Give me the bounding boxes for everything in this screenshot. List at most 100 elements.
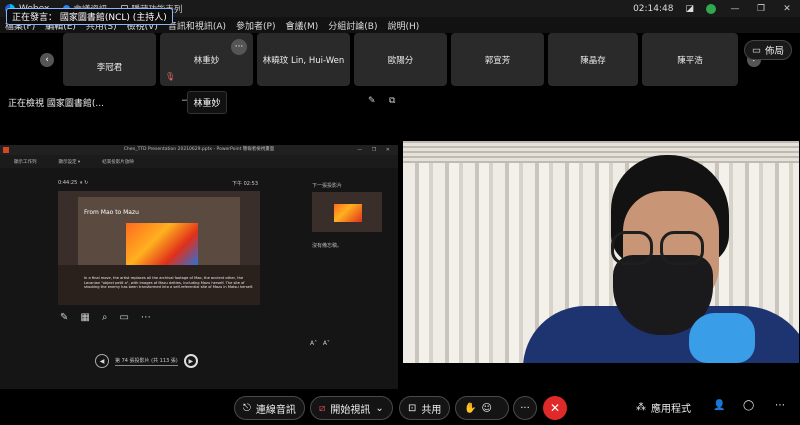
participant-video [403,141,799,363]
menu-help[interactable]: 說明(H) [388,19,420,32]
participant-name: 郭宣芳 [484,55,511,66]
share-label: 共用 [421,404,442,416]
meeting-timer: 02:14:48 [633,3,674,14]
video-off-icon: ⧄ [319,402,326,414]
reactions-button[interactable]: ✋ ☺ [455,396,509,420]
minimize-icon[interactable]: — [728,4,742,14]
participant-tile[interactable]: 陳晶存 [548,33,638,86]
video-glasses-right [660,231,704,265]
participants-icon[interactable]: 👤 [713,400,725,411]
viewing-label: 正在檢視 國家圖書館(... [8,99,104,109]
participant-name: 陳平浩 [677,55,703,66]
menu-meeting[interactable]: 會議(M) [286,19,319,32]
annotate-icon[interactable]: ✎ [368,96,376,106]
participant-tile[interactable]: 李冠君 [63,33,156,86]
more-icon: ··· [234,42,244,52]
arrow-left-icon: ◀ [99,357,105,365]
layout-label: 佈局 [764,46,784,57]
restore-icon[interactable]: ❐ [754,4,768,14]
ppt-display-settings[interactable]: 顯示設定 ▾ [59,159,81,165]
share-button[interactable]: ⊡ 共用 [399,396,451,420]
active-speaker-label: 正在發言： 國家圖書館(NCL) (主持人) [6,8,173,25]
participant-name: 歐陽分 [387,55,414,66]
video-toy [689,313,755,363]
zoom-icon[interactable]: ⌕ [102,312,108,323]
participant-name: 李冠君 [96,62,123,73]
layout-button[interactable]: ▭ 佈局 [744,40,792,60]
slide-title: From Mao to Mazu [84,209,139,216]
end-meeting-button[interactable]: ✕ [543,396,567,420]
security-icon[interactable] [706,3,716,14]
slide-notes: 沒有備忘稿。 [312,243,343,249]
connect-audio-button[interactable]: ⎋ 連線音訊 [234,396,305,420]
arrow-right-icon: ▶ [188,357,194,365]
tooltip-text: 林重妙 [193,99,221,109]
participant-name: 林重妙 [193,55,220,66]
slide-counter: 第 74 張投影片 (共 113 張) [115,357,178,366]
more-icon: ··· [520,402,530,414]
shared-screen: Chen_TTD Presentation 20210629.pptx - Po… [0,145,398,389]
connect-audio-label: 連線音訊 [255,404,296,416]
video-blind [403,141,799,163]
slide-mural-image [126,223,198,265]
presenter-clock: 下午 02:53 [232,181,258,187]
strip-prev-button[interactable]: ‹ [40,53,54,67]
chevron-left-icon: ‹ [45,55,49,65]
ppt-window-title: Chen_TTD Presentation 20210629.pptx - Po… [0,145,398,155]
grid-icon[interactable]: ▦ [80,312,89,323]
layout-icon: ▭ [752,44,761,56]
name-tooltip: 林重妙 [187,91,227,114]
next-slide-label: 下一張投影片 [312,183,343,189]
menu-participants[interactable]: 參加者(P) [236,19,275,32]
monitor-icon[interactable]: ▭ [119,312,128,323]
participant-tile[interactable]: 歐陽分 [354,33,447,86]
next-slide-thumbnail [312,192,382,232]
start-video-label: 開始視訊 [330,404,371,416]
participant-strip: 李冠君 林重妙 林曉玟 Lin, Hui-Wen 歐陽分 郭宣芳 陳晶存 陳平浩 [0,33,800,88]
presenter-view: 0:44:25 ⏸ ↻ 下午 02:53 From Mao to Mazu In… [0,168,398,389]
video-glasses-left [611,231,653,265]
pen-icon[interactable]: ✎ [60,312,68,323]
emoji-icon: ☺ [481,402,492,414]
ppt-toolbar: 顯示工作列 顯示設定 ▾ 結束投影片放映 [0,155,398,168]
current-slide: From Mao to Mazu In a final move, the ar… [58,191,260,305]
active-speaker-text: 正在發言： 國家圖書館(NCL) (主持人) [12,13,167,23]
close-icon: ✕ [549,401,561,415]
prev-slide-button[interactable]: ◀ [95,354,109,368]
ppt-show-taskbar[interactable]: 顯示工作列 [14,159,37,165]
participant-name: 陳晶存 [580,55,606,66]
participant-tile[interactable]: 陳平浩 [642,33,738,86]
participant-name: 林曉玟 Lin, Hui-Wen [262,55,345,66]
participant-more-button[interactable]: ··· [231,39,247,55]
close-icon[interactable]: ✕ [780,4,794,14]
presenter-tools: ✎ ▦ ⌕ ▭ ⋯ [60,312,151,323]
participant-tile[interactable]: 郭宣芳 [451,33,544,86]
font-size-controls[interactable]: A˄ A˅ [310,340,330,347]
menu-breakout[interactable]: 分組討論(B) [328,19,377,32]
titlebar-right: 02:14:48 ◪ — ❐ ✕ [633,0,794,17]
share-icon: ⊡ [408,402,417,414]
pause-icon[interactable]: ⏸ ↻ [80,180,88,186]
chevron-down-icon[interactable]: ⌄ [375,403,383,414]
meeting-controls: ⎋ 連線音訊 ⧄ 開始視訊 ⌄ ⊡ 共用 ✋ ☺ ··· ✕ ⁂ 應用程式 👤 … [0,390,800,425]
audio-icon: ⎋ [243,402,251,414]
start-video-button[interactable]: ⧄ 開始視訊 ⌄ [310,396,393,420]
more-options-icon[interactable]: ⋯ [141,312,151,323]
apps-button[interactable]: ⁂ 應用程式 [636,400,691,415]
participant-tile[interactable]: 林曉玟 Lin, Hui-Wen [257,33,350,86]
network-icon: ◪ [685,3,694,14]
raise-hand-icon: ✋ [464,402,477,414]
more-icon[interactable]: ⋯ [775,400,785,411]
ppt-end-show[interactable]: 結束投影片放映 [102,159,134,165]
mic-muted-icon: 🎙 [165,72,176,81]
apps-label: 應用程式 [651,404,691,415]
ppt-title-text: Chen_TTD Presentation 20210629.pptx - Po… [123,147,275,152]
slide-text: In a final move, the artist replaces all… [84,276,254,290]
chat-icon[interactable]: ◯ [743,400,754,411]
next-slide-button[interactable]: ▶ [183,354,198,368]
powerpoint-icon [3,147,9,153]
menu-audio-video[interactable]: 音訊和視訊(A) [168,19,226,32]
more-controls-button[interactable]: ··· [513,396,537,420]
ppt-window-controls: — ❐ ✕ [357,147,394,153]
popout-icon[interactable]: ⧉ [389,96,395,106]
